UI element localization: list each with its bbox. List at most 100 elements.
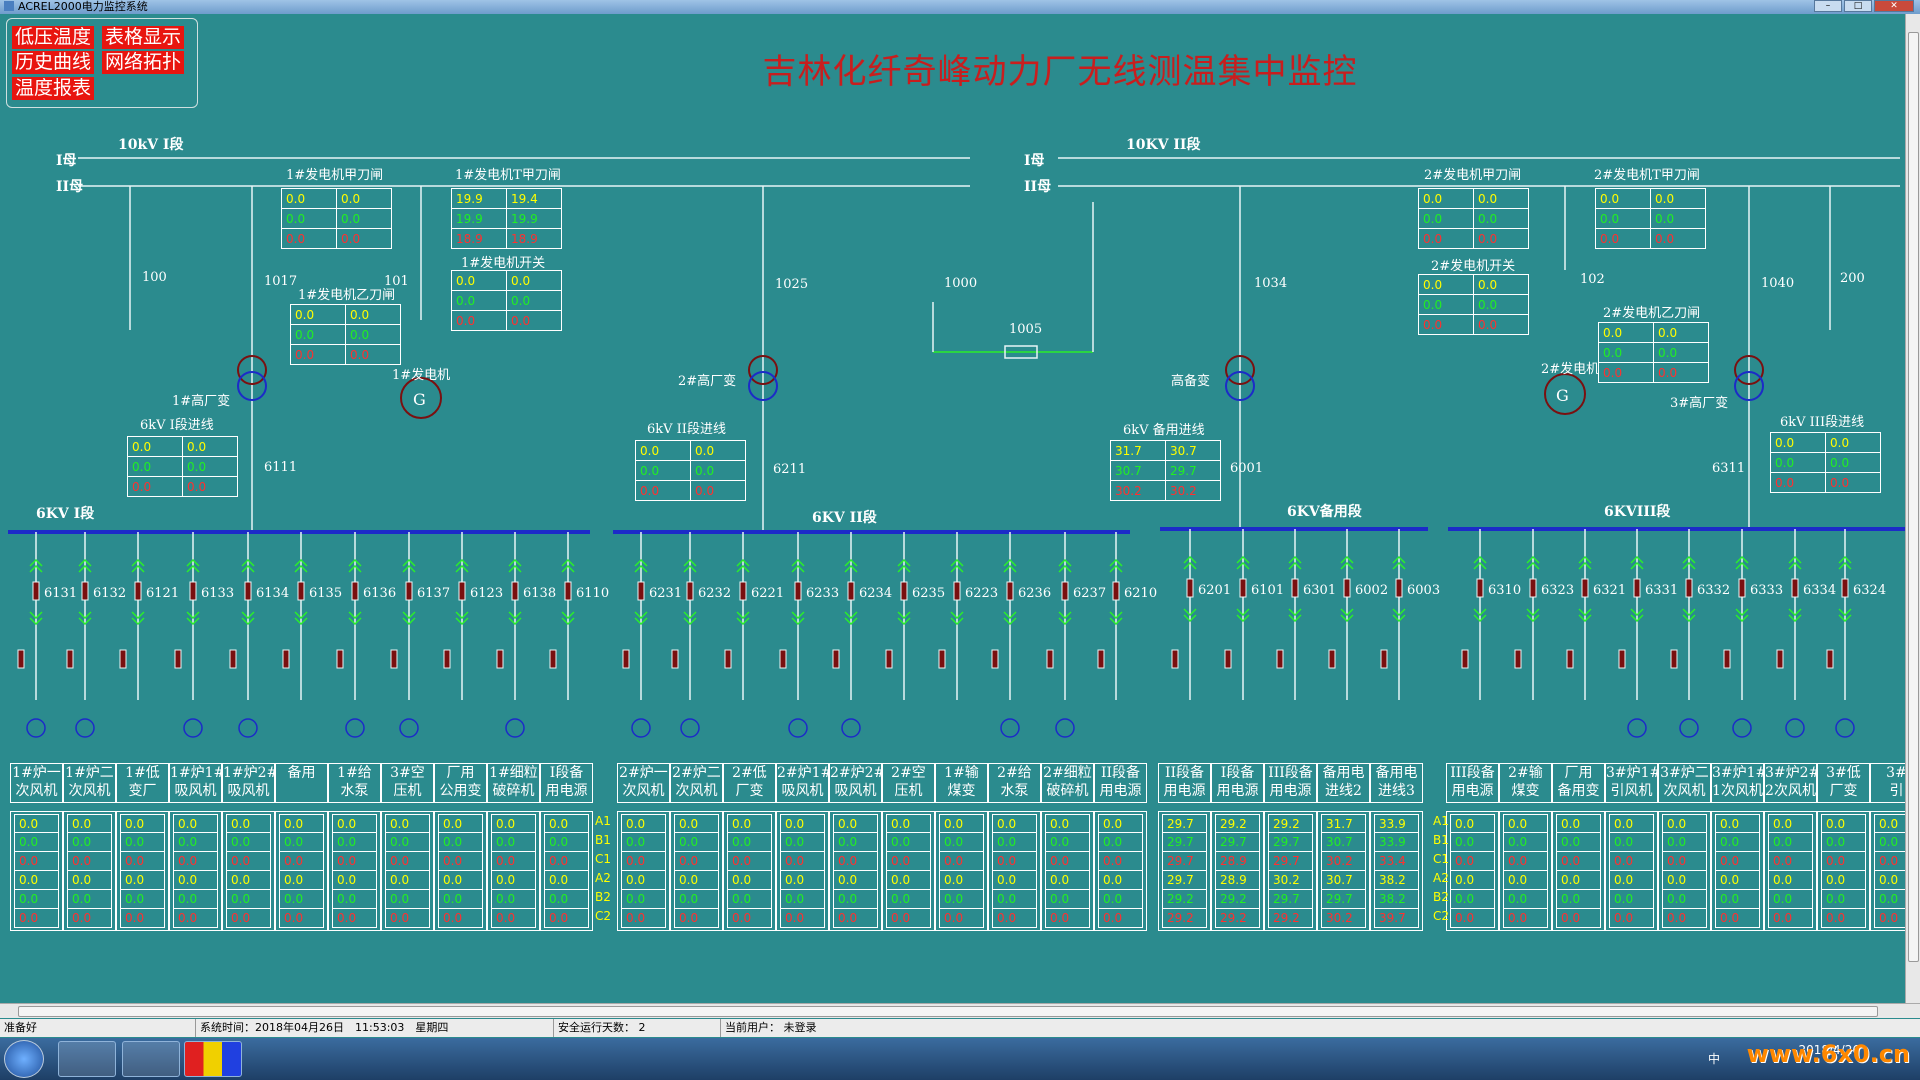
- bottom-value: 0.0: [544, 871, 589, 890]
- bottom-column: 2#炉一 次风机 0.0 0.0 0.0 0.0 0.0 0.0: [617, 763, 670, 931]
- motor-icon: [841, 718, 861, 738]
- bottom-column-name: 备用电 进线3: [1370, 763, 1423, 803]
- bottom-value: 0.0: [226, 909, 271, 928]
- bottom-column-name: 1#炉2# 吸风机: [222, 763, 275, 803]
- taskbar-app-3[interactable]: [184, 1041, 242, 1077]
- bottom-value: 0.0: [1662, 909, 1707, 928]
- bottom-value: 29.7: [1162, 852, 1207, 871]
- bottom-column: 2#炉二 次风机 0.0 0.0 0.0 0.0 0.0 0.0: [670, 763, 723, 931]
- bottom-value: 0.0: [279, 814, 324, 833]
- vertical-scrollbar[interactable]: [1905, 14, 1920, 1003]
- table-cell: 29.7: [1165, 460, 1221, 481]
- table-cell: 0.0: [690, 480, 746, 501]
- bottom-column-name: 1#输 煤变: [935, 763, 988, 803]
- bottom-value: 0.0: [780, 833, 825, 852]
- table-cell: 0.0: [1418, 228, 1474, 249]
- status-system-time: 系统时间：2018年04月26日 11:53:03 星期四: [195, 1019, 448, 1037]
- ime-indicator[interactable]: 中: [1708, 1050, 1720, 1067]
- bottom-value: 33.4: [1374, 852, 1419, 871]
- table-cell: 0.0: [1770, 452, 1826, 473]
- breaker-icon: [134, 581, 142, 601]
- breaker-icon: [1395, 578, 1403, 598]
- bottom-column-name: III段备 用电源: [1446, 763, 1499, 803]
- bottom-column-name: 2#炉一 次风机: [617, 763, 670, 803]
- table-cell: 0.0: [1653, 322, 1709, 343]
- bottom-column: 备用 0.0 0.0 0.0 0.0 0.0 0.0: [275, 763, 328, 931]
- v-scroll-thumb[interactable]: [1908, 32, 1919, 962]
- table-cell: 0.0: [290, 324, 346, 345]
- table-cell: 0.0: [1598, 362, 1654, 383]
- bottom-value: 0.0: [385, 890, 430, 909]
- table-in6-backup: 31.7 30.7 30.7 29.7 30.2 30.2: [1110, 440, 1221, 501]
- taskbar-app-2[interactable]: [122, 1041, 180, 1077]
- bottom-value: 28.9: [1215, 852, 1260, 871]
- label-6211: 6211: [773, 462, 807, 477]
- breaker-icon: [1791, 578, 1799, 598]
- table-cell: 0.0: [290, 304, 346, 325]
- bottom-column-values: 0.0 0.0 0.0 0.0 0.0 0.0: [617, 811, 670, 931]
- bottom-column-values: 0.0 0.0 0.0 0.0 0.0 0.0: [116, 811, 169, 931]
- table-cell: 0.0: [1473, 208, 1529, 229]
- bottom-value: 38.2: [1374, 890, 1419, 909]
- bottom-column-values: 0.0 0.0 0.0 0.0 0.0 0.0: [10, 811, 63, 931]
- bottom-value: 0.0: [438, 890, 483, 909]
- bottom-value: 0.0: [992, 909, 1037, 928]
- taskbar: 中 2018/4/26: [0, 1038, 1920, 1080]
- table-cell: 0.0: [1770, 472, 1826, 493]
- start-button[interactable]: [4, 1040, 44, 1078]
- bottom-value: 0.0: [226, 852, 271, 871]
- label-100: 100: [142, 270, 167, 285]
- table-cell: 0.0: [127, 456, 183, 477]
- bottom-value: 0.0: [939, 833, 984, 852]
- table-cell: 0.0: [506, 270, 562, 291]
- ground-switch-icon: [1380, 649, 1388, 669]
- ground-switch-icon: [1097, 649, 1105, 669]
- bottom-value: 0.0: [544, 852, 589, 871]
- bus-10kv-2-label: 10KV II段: [1126, 137, 1201, 153]
- ground-switch-icon: [1514, 649, 1522, 669]
- table-cell: 19.9: [451, 188, 507, 209]
- taskbar-app-1[interactable]: [58, 1041, 116, 1077]
- bottom-value: 0.0: [1662, 890, 1707, 909]
- feeder-label-6331: 6331: [1645, 583, 1679, 598]
- bottom-value: 30.7: [1321, 871, 1366, 890]
- bottom-value: 0.0: [939, 814, 984, 833]
- horizontal-scrollbar[interactable]: [0, 1003, 1920, 1018]
- h-scroll-thumb[interactable]: [18, 1006, 1878, 1017]
- ground-switch-icon: [724, 649, 732, 669]
- bottom-value: 0.0: [833, 833, 878, 852]
- ground-switch-icon: [1461, 649, 1469, 669]
- table-cell: 0.0: [1650, 208, 1706, 229]
- motor-icon: [680, 718, 700, 738]
- ground-switch-icon: [443, 649, 451, 669]
- ground-switch-icon: [991, 649, 999, 669]
- motor-icon: [345, 718, 365, 738]
- bottom-value: 0.0: [438, 814, 483, 833]
- breaker-icon: [794, 581, 802, 601]
- bottom-value: 0.0: [1609, 814, 1654, 833]
- bottom-column-values: 29.2 29.7 29.7 30.2 29.7 29.2: [1264, 811, 1317, 931]
- bottom-value: 0.0: [1450, 871, 1495, 890]
- bottom-column-name: I段备 用电源: [1211, 763, 1264, 803]
- bottom-value: 0.0: [674, 852, 719, 871]
- bottom-value: 0.0: [67, 833, 112, 852]
- bottom-value: 0.0: [886, 890, 931, 909]
- table-cell: 0.0: [345, 324, 401, 345]
- table-cell: 18.9: [451, 228, 507, 249]
- bus-i-left-label: I母: [56, 153, 77, 169]
- ground-switch-icon: [671, 649, 679, 669]
- bottom-value: 29.7: [1268, 833, 1313, 852]
- bottom-column-name: 2#输 煤变: [1499, 763, 1552, 803]
- bottom-value: 0.0: [14, 814, 59, 833]
- breaker-icon: [1343, 578, 1351, 598]
- bottom-column-values: 0.0 0.0 0.0 0.0 0.0 0.0: [434, 811, 487, 931]
- table-cell: 0.0: [1473, 188, 1529, 209]
- label-1000: 1000: [944, 276, 978, 291]
- feeder-label-6233: 6233: [806, 586, 840, 601]
- table-cell: 30.7: [1165, 440, 1221, 461]
- feeder-label-6135: 6135: [309, 586, 343, 601]
- bottom-column: 3#炉1# 引风机 0.0 0.0 0.0 0.0 0.0 0.0: [1605, 763, 1658, 931]
- table-cell: 0.0: [1418, 314, 1474, 335]
- bottom-value: 0.0: [1821, 871, 1866, 890]
- bus-ii-left-label: II母: [56, 179, 84, 195]
